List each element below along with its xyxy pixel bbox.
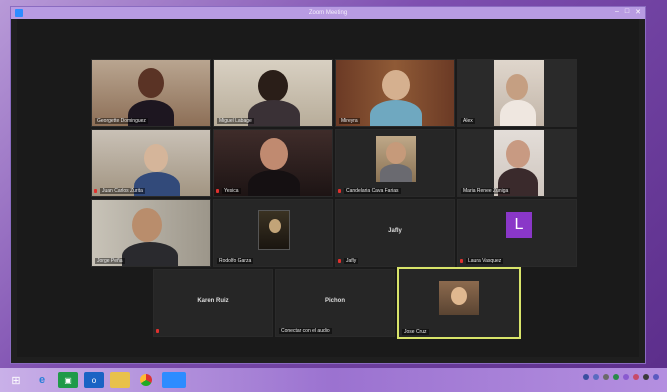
participant-name: Laura Vasquez [466, 258, 504, 264]
participant-name: Conectar con el audio [279, 328, 332, 334]
participant-tile[interactable]: Rodolfo Garza [213, 199, 333, 267]
initial-avatar: L [506, 212, 532, 238]
zoom-icon[interactable] [162, 372, 186, 388]
participant-tile[interactable]: Jorge Peña [91, 199, 211, 267]
participant-name: Rodolfo Garza [217, 258, 254, 264]
participant-name: Maria Renee Zuniga [461, 188, 511, 194]
participant-display-name: Pichon [324, 298, 345, 304]
minimize-icon[interactable]: – [615, 8, 619, 16]
participant-tile[interactable]: Miguel Labage [213, 59, 333, 127]
participant-tile-active-speaker[interactable]: Jose Cruz [397, 267, 521, 339]
participant-tile[interactable]: Juan Carlos Zurita [91, 129, 211, 197]
participant-tile[interactable]: Maria Renee Zuniga [457, 129, 577, 197]
window-title: Zoom Meeting [308, 10, 348, 16]
maximize-icon[interactable]: □ [625, 8, 629, 16]
participant-tile[interactable]: Yesica [213, 129, 333, 197]
participant-name: Juan Carlos Zurita [100, 188, 145, 194]
zoom-window: Zoom Meeting – □ ✕ Georgette Dominguez M… [10, 6, 646, 364]
participant-name: Miguel Labage [217, 118, 254, 124]
chrome-icon[interactable] [136, 372, 156, 388]
zoom-app-icon [15, 9, 23, 17]
profile-photo [258, 210, 290, 250]
participant-name: Candelaria Cava Farias [344, 188, 401, 194]
participant-name: Jorge Peña [95, 258, 125, 264]
close-icon[interactable]: ✕ [635, 8, 641, 16]
title-bar: Zoom Meeting – □ ✕ [11, 7, 645, 19]
ie-icon[interactable]: e [32, 372, 52, 388]
participant-name: Yesica [222, 188, 241, 194]
participant-tile[interactable]: Karen Ruiz [153, 269, 273, 337]
windows-taskbar: ⊞ e ▣ o [0, 368, 667, 392]
participant-display-name: Jafly [388, 228, 402, 234]
participant-name: Mireyra [339, 118, 360, 124]
participant-tile[interactable]: Pichon Conectar con el audio [275, 269, 395, 337]
profile-photo [439, 281, 479, 315]
participant-tile[interactable]: Jafly Jafly [335, 199, 455, 267]
participant-tile[interactable]: Georgette Dominguez [91, 59, 211, 127]
system-tray[interactable] [583, 374, 659, 380]
participant-name: Jose Cruz [402, 329, 429, 335]
participant-tile[interactable]: Mireyra [335, 59, 455, 127]
participant-tile[interactable]: Candelaria Cava Farias [335, 129, 455, 197]
participant-name: Jafly [344, 258, 359, 264]
outlook-icon[interactable]: o [84, 372, 104, 388]
windows-start-icon[interactable]: ⊞ [6, 372, 26, 388]
file-explorer-icon[interactable] [110, 372, 130, 388]
participant-name: Alex [461, 118, 475, 124]
video-gallery: Georgette Dominguez Miguel Labage Mireyr… [17, 19, 639, 357]
participant-tile[interactable]: L Laura Vasquez [457, 199, 577, 267]
store-icon[interactable]: ▣ [58, 372, 78, 388]
participant-name: Georgette Dominguez [95, 118, 148, 124]
participant-tile[interactable]: Alex [457, 59, 577, 127]
participant-display-name: Karen Ruiz [197, 298, 229, 304]
